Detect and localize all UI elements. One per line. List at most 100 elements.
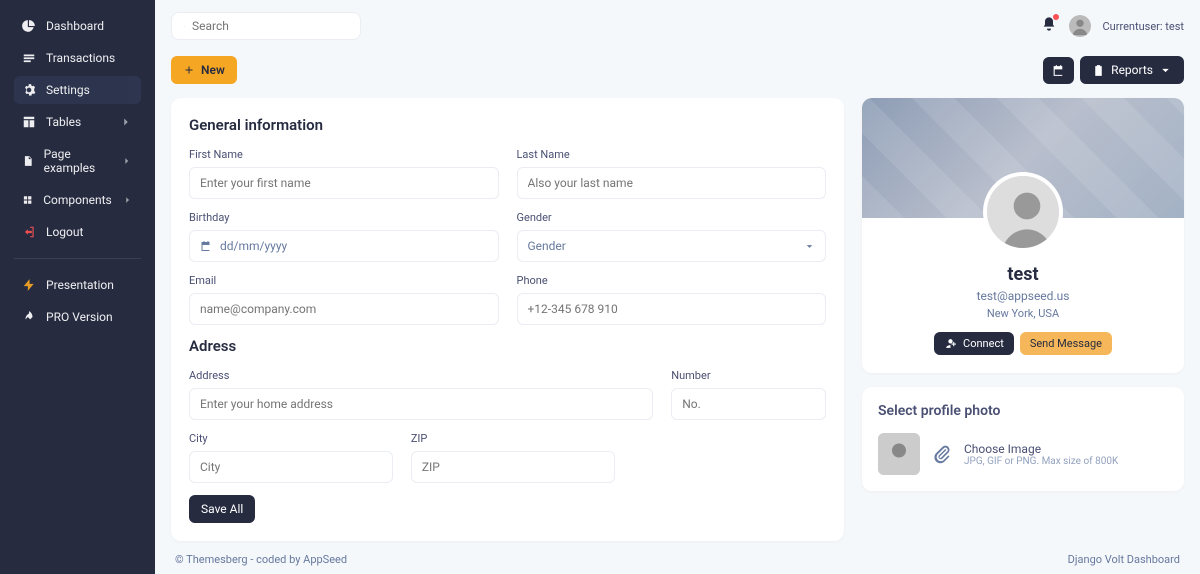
chevron-right-icon: [119, 115, 133, 129]
pie-chart-icon: [22, 19, 36, 33]
address-label: Address: [189, 369, 653, 382]
sidebar-item-settings[interactable]: Settings: [14, 76, 141, 104]
profile-cover: [862, 98, 1184, 218]
city-label: City: [189, 432, 393, 445]
sidebar-item-tables[interactable]: Tables: [14, 108, 141, 136]
photo-card: Select profile photo Choose Image JPG, G…: [862, 387, 1184, 491]
general-heading: General information: [189, 116, 826, 134]
plus-icon: [183, 64, 195, 76]
first-name-label: First Name: [189, 148, 499, 161]
sidebar-item-label: Tables: [46, 115, 81, 129]
email-label: Email: [189, 274, 499, 287]
sidebar-item-pages[interactable]: Page examples: [14, 140, 141, 182]
footer-link-themesberg[interactable]: Themesberg: [186, 553, 247, 566]
footer-link-appseed[interactable]: AppSeed: [303, 553, 347, 566]
sidebar-item-logout[interactable]: Logout: [14, 218, 141, 246]
chevron-right-icon: [121, 154, 133, 168]
rocket-icon: [22, 310, 36, 324]
last-name-label: Last Name: [517, 148, 827, 161]
sidebar-item-pro[interactable]: PRO Version: [14, 303, 141, 331]
choose-image-link[interactable]: Choose Image: [964, 442, 1118, 456]
last-name-input[interactable]: [517, 167, 827, 199]
reports-label: Reports: [1111, 63, 1153, 77]
birthday-input[interactable]: dd/mm/yyyy: [189, 230, 499, 262]
current-user-label: Currentuser: test: [1103, 20, 1185, 33]
city-input[interactable]: [189, 451, 393, 483]
chevron-down-icon: [1159, 64, 1172, 77]
thumb-icon: [878, 433, 920, 475]
avatar-icon: [1069, 15, 1091, 37]
sidebar-item-label: Components: [43, 193, 112, 207]
page-icon: [22, 154, 34, 168]
avatar[interactable]: [1069, 15, 1091, 37]
main: Currentuser: test New Reports General in…: [155, 0, 1200, 574]
sidebar-item-dashboard[interactable]: Dashboard: [14, 12, 141, 40]
address-input[interactable]: [189, 388, 653, 420]
reports-button[interactable]: Reports: [1080, 56, 1184, 84]
sidebar-item-components[interactable]: Components: [14, 186, 141, 214]
gender-label: Gender: [517, 211, 827, 224]
search-icon: [184, 20, 185, 33]
sidebar-item-label: Settings: [46, 83, 90, 97]
search-input[interactable]: [192, 19, 348, 33]
profile-location: New York, USA: [878, 307, 1168, 320]
clipboard-icon: [1092, 64, 1105, 77]
address-heading: Adress: [189, 337, 826, 355]
paperclip-icon[interactable]: [932, 444, 952, 464]
transactions-icon: [22, 51, 36, 65]
sidebar-item-presentation[interactable]: Presentation: [14, 271, 141, 299]
number-label: Number: [671, 369, 826, 382]
sidebar-item-label: Page examples: [44, 147, 112, 175]
phone-input[interactable]: [517, 293, 827, 325]
divider: [14, 258, 141, 259]
sidebar-item-label: Dashboard: [46, 19, 104, 33]
topbar: Currentuser: test: [171, 12, 1184, 40]
logout-icon: [22, 225, 36, 239]
gender-value: Gender: [528, 239, 566, 253]
footer-mid: - coded by: [248, 553, 304, 566]
sidebar-item-label: Presentation: [46, 278, 114, 292]
first-name-input[interactable]: [189, 167, 499, 199]
new-button-label: New: [201, 63, 225, 77]
footer: © Themesberg - coded by AppSeed Django V…: [171, 541, 1184, 574]
photo-thumb: [878, 433, 920, 475]
calendar-icon: [1052, 64, 1065, 77]
profile-card: test test@appseed.us New York, USA Conne…: [862, 98, 1184, 373]
table-icon: [22, 115, 36, 129]
new-button[interactable]: New: [171, 56, 237, 84]
save-label: Save All: [201, 502, 243, 516]
notifications-button[interactable]: [1041, 16, 1057, 36]
profile-email: test@appseed.us: [878, 289, 1168, 303]
calendar-icon: [200, 240, 212, 252]
phone-label: Phone: [517, 274, 827, 287]
save-button[interactable]: Save All: [189, 495, 255, 523]
sidebar-item-label: Transactions: [46, 51, 115, 65]
profile-avatar: [983, 172, 1063, 252]
components-icon: [22, 193, 33, 207]
connect-label: Connect: [963, 337, 1004, 350]
general-info-card: General information First Name Last Name…: [171, 98, 844, 541]
chevron-right-icon: [122, 193, 133, 207]
zip-input[interactable]: [411, 451, 615, 483]
message-button[interactable]: Send Message: [1020, 332, 1112, 355]
connect-button[interactable]: Connect: [934, 332, 1014, 355]
footer-right-link[interactable]: Django Volt Dashboard: [1068, 553, 1180, 566]
zip-label: ZIP: [411, 432, 615, 445]
email-input[interactable]: [189, 293, 499, 325]
sidebar: Dashboard Transactions Settings Tables P…: [0, 0, 155, 574]
photo-heading: Select profile photo: [878, 403, 1168, 419]
birthday-label: Birthday: [189, 211, 499, 224]
birthday-placeholder: dd/mm/yyyy: [220, 239, 287, 253]
photo-hint: JPG, GIF or PNG. Max size of 800K: [964, 456, 1118, 467]
user-plus-icon: [944, 337, 957, 350]
footer-copy: ©: [175, 553, 186, 566]
badge-dot: [1053, 14, 1059, 20]
sidebar-item-transactions[interactable]: Transactions: [14, 44, 141, 72]
profile-name: test: [878, 264, 1168, 285]
sidebar-item-label: Logout: [46, 225, 83, 239]
search-box[interactable]: [171, 12, 361, 40]
calendar-button[interactable]: [1043, 57, 1074, 84]
number-input[interactable]: [671, 388, 826, 420]
bolt-icon: [22, 278, 36, 292]
gender-select[interactable]: Gender: [517, 230, 827, 262]
